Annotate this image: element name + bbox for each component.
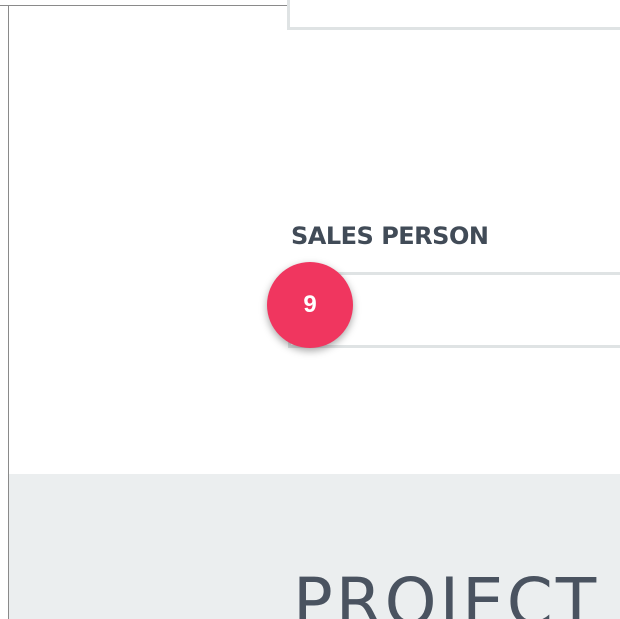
step-number-badge: 9 [267, 262, 353, 348]
previous-field-input[interactable] [287, 0, 620, 30]
project-section-title: PROJECT [293, 564, 600, 619]
form-viewport: SALES PERSON n 9 PROJECT [0, 0, 620, 619]
sales-person-label: SALES PERSON [291, 222, 489, 250]
project-section: PROJECT [9, 474, 620, 619]
